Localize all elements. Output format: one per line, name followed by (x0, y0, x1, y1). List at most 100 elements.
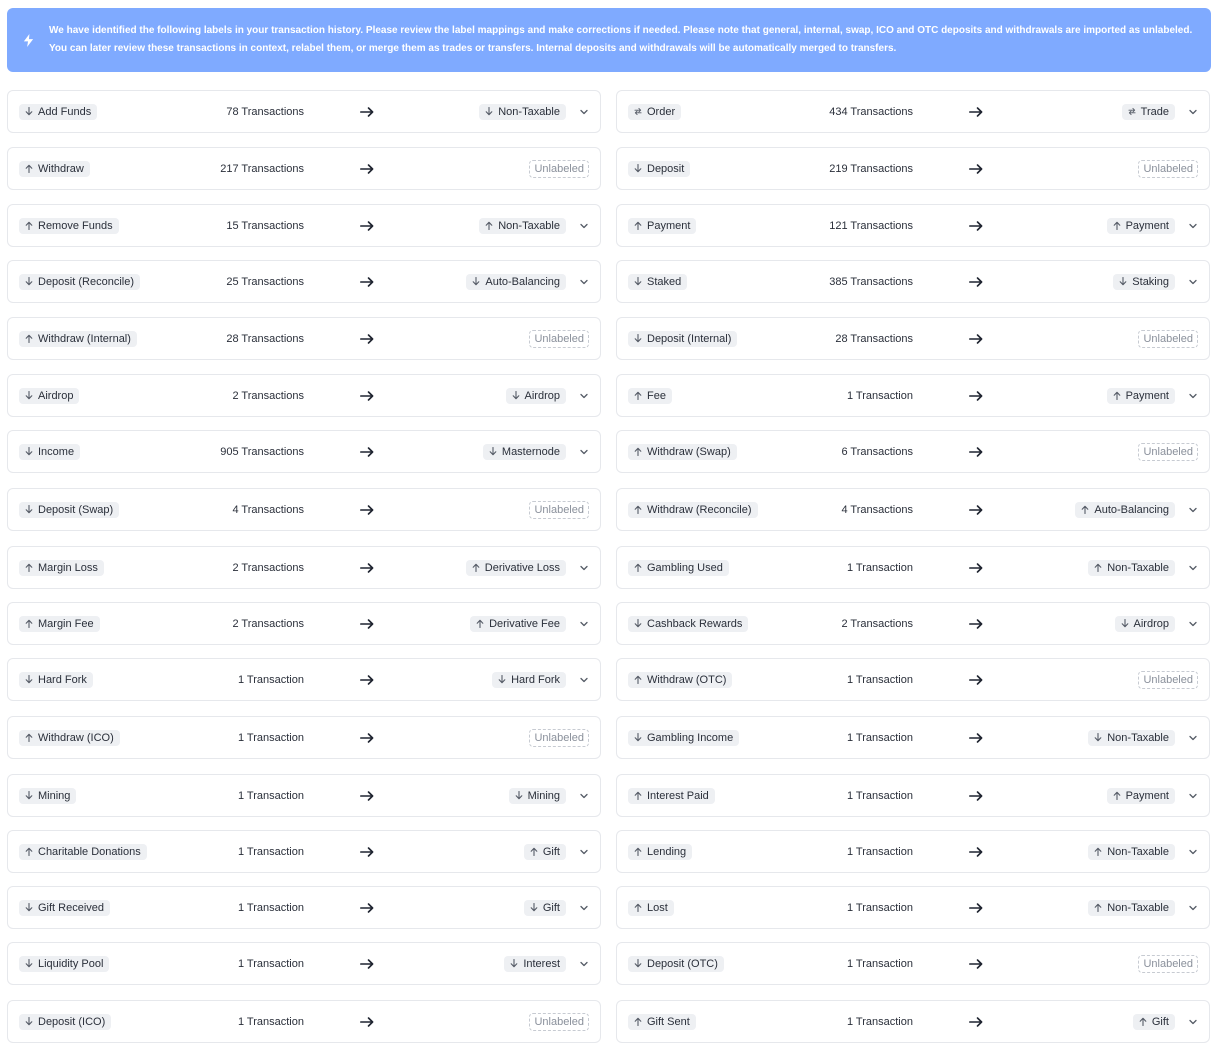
chevron-down-icon[interactable] (579, 847, 589, 857)
chevron-down-icon[interactable] (579, 391, 589, 401)
arrow-right-icon (360, 276, 374, 287)
target-label-select[interactable]: Airdrop (505, 387, 566, 404)
mapping-row: Gift Received 1 Transaction Gift (7, 886, 601, 929)
chevron-down-icon[interactable] (579, 447, 589, 457)
chevron-down-icon[interactable] (1188, 277, 1198, 287)
chevron-down-icon[interactable] (579, 107, 589, 117)
target-label-select[interactable]: Staking (1113, 273, 1175, 290)
target-label-text: Hard Fork (511, 673, 560, 686)
chevron-down-icon[interactable] (1188, 221, 1198, 231)
transaction-count: 1 Transaction (237, 901, 304, 914)
source-label-chip: Cashback Rewards (628, 615, 749, 632)
unlabeled-badge[interactable]: Unlabeled (529, 329, 589, 348)
target-label-select[interactable]: Auto-Balancing (1075, 501, 1175, 518)
unlabeled-badge[interactable]: Unlabeled (529, 159, 589, 178)
arrow-up-icon (634, 221, 642, 230)
target-label-text: Payment (1125, 789, 1169, 802)
mapping-row: Add Funds 78 Transactions Non-Taxable (7, 90, 601, 133)
chevron-down-icon[interactable] (579, 675, 589, 685)
transaction-count: 1 Transaction (846, 901, 913, 914)
target-label-text: Airdrop (524, 389, 560, 402)
transaction-count: 4 Transactions (841, 503, 913, 516)
unlabeled-badge[interactable]: Unlabeled (1138, 159, 1198, 178)
target-label-select[interactable]: Gift (1132, 1013, 1175, 1030)
target-label-select[interactable]: Hard Fork (492, 671, 566, 688)
target-label-select[interactable]: Airdrop (1114, 615, 1175, 632)
unlabeled-badge[interactable]: Unlabeled (1138, 670, 1198, 689)
target-label-select[interactable]: Gift (523, 899, 566, 916)
source-label-chip: Deposit (Reconcile) (19, 273, 140, 290)
chevron-down-icon[interactable] (1188, 563, 1198, 573)
target-label-select[interactable]: Non-Taxable (1088, 559, 1175, 576)
arrow-down-icon (1121, 619, 1129, 628)
target-label-select[interactable]: Non-Taxable (1088, 729, 1175, 746)
target-label-select[interactable]: Payment (1106, 787, 1175, 804)
source-label-text: Deposit (ICO) (38, 1015, 106, 1028)
chevron-down-icon[interactable] (1188, 505, 1198, 515)
target-label-text: Staking (1132, 275, 1169, 288)
target-label-select[interactable]: Non-Taxable (479, 217, 566, 234)
source-label-text: Payment (647, 219, 691, 232)
chevron-down-icon[interactable] (579, 563, 589, 573)
chevron-down-icon[interactable] (579, 277, 589, 287)
target-label-select[interactable]: Auto-Balancing (466, 273, 566, 290)
transaction-count: 905 Transactions (220, 445, 304, 458)
target-label-select[interactable]: Masternode (482, 443, 566, 460)
chevron-down-icon[interactable] (579, 903, 589, 913)
chevron-down-icon[interactable] (579, 791, 589, 801)
chevron-down-icon[interactable] (579, 959, 589, 969)
target-label-select[interactable]: Gift (523, 843, 566, 860)
arrow-down-icon (515, 791, 523, 800)
arrow-up-icon (1113, 791, 1121, 800)
arrow-down-icon (25, 107, 33, 116)
transaction-count: 28 Transactions (226, 332, 304, 345)
target-label-text: Trade (1140, 105, 1169, 118)
transaction-count: 2 Transactions (232, 389, 304, 402)
source-label-chip: Gambling Used (628, 559, 729, 576)
unlabeled-badge[interactable]: Unlabeled (529, 500, 589, 519)
arrow-right-icon (969, 790, 983, 801)
source-label-chip: Mining (19, 787, 77, 804)
target-label-select[interactable]: Derivative Loss (465, 559, 566, 576)
target-label-select[interactable]: Trade (1121, 103, 1175, 120)
transaction-count: 1 Transaction (846, 673, 913, 686)
unlabeled-badge[interactable]: Unlabeled (529, 728, 589, 747)
target-label-text: Airdrop (1133, 617, 1169, 630)
chevron-down-icon[interactable] (1188, 847, 1198, 857)
transaction-count: 1 Transaction (846, 731, 913, 744)
target-label-select[interactable]: Mining (508, 787, 566, 804)
target-label-text: Masternode (501, 445, 560, 458)
target-label-select[interactable]: Derivative Fee (470, 615, 566, 632)
mapping-row: Mining 1 Transaction Mining (7, 774, 601, 817)
arrow-up-icon (25, 619, 33, 628)
chevron-down-icon[interactable] (1188, 391, 1198, 401)
chevron-down-icon[interactable] (579, 221, 589, 231)
target-label-select[interactable]: Non-Taxable (1088, 899, 1175, 916)
target-label-select[interactable]: Non-Taxable (1088, 843, 1175, 860)
source-label-chip: Fee (628, 387, 672, 404)
target-label-select[interactable]: Interest (504, 955, 566, 972)
unlabeled-badge[interactable]: Unlabeled (1138, 954, 1198, 973)
chevron-down-icon[interactable] (1188, 733, 1198, 743)
unlabeled-badge[interactable]: Unlabeled (1138, 442, 1198, 461)
unlabeled-badge[interactable]: Unlabeled (1138, 329, 1198, 348)
mapping-row: Margin Fee 2 Transactions Derivative Fee (7, 602, 601, 645)
transaction-count: 15 Transactions (226, 219, 304, 232)
arrow-down-icon (25, 447, 33, 456)
chevron-down-icon[interactable] (1188, 903, 1198, 913)
transaction-count: 6 Transactions (841, 445, 913, 458)
unlabeled-badge[interactable]: Unlabeled (529, 1012, 589, 1031)
chevron-down-icon[interactable] (579, 619, 589, 629)
source-label-text: Margin Loss (38, 561, 98, 574)
chevron-down-icon[interactable] (1188, 619, 1198, 629)
target-label-select[interactable]: Payment (1106, 387, 1175, 404)
chevron-down-icon[interactable] (1188, 107, 1198, 117)
arrow-right-icon (360, 1016, 374, 1027)
chevron-down-icon[interactable] (1188, 1017, 1198, 1027)
source-label-text: Deposit (Internal) (647, 332, 732, 345)
chevron-down-icon[interactable] (1188, 791, 1198, 801)
source-label-text: Withdraw (ICO) (38, 731, 114, 744)
target-label-select[interactable]: Non-Taxable (479, 103, 566, 120)
target-label-select[interactable]: Payment (1106, 217, 1175, 234)
arrow-up-icon (634, 505, 642, 514)
